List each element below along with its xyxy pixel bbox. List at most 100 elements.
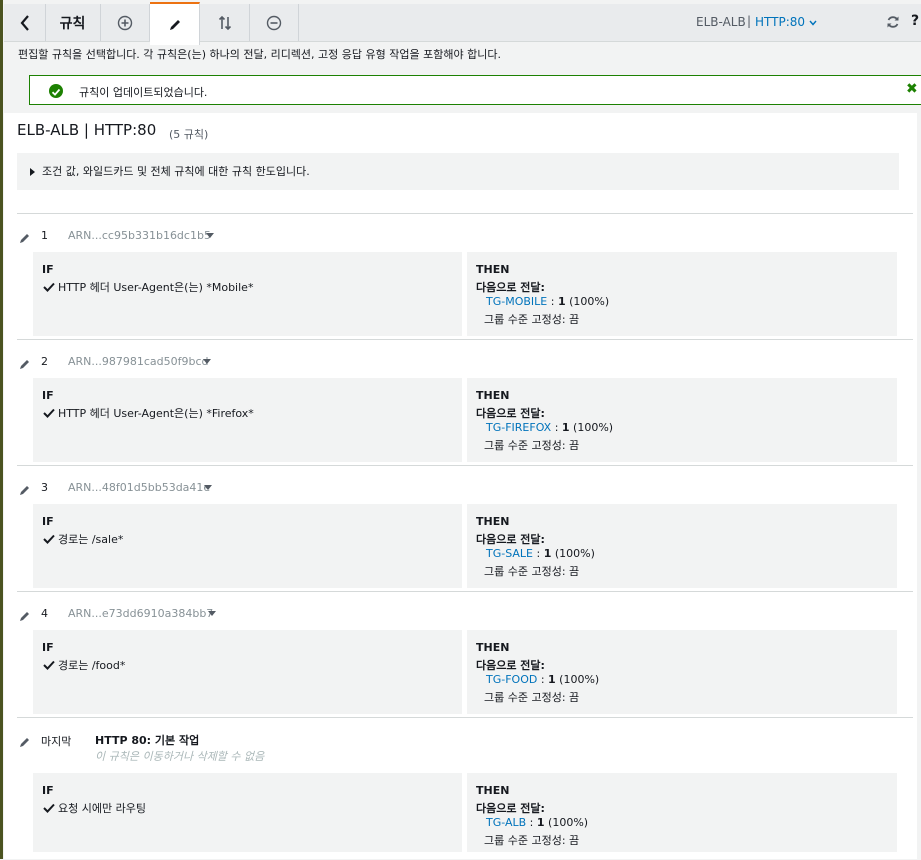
instructions-text: 편집할 규칙을 선택합니다. 각 규칙은(는) 하나의 전달, 리디렉션, 고정… xyxy=(18,48,501,61)
checkmark-icon xyxy=(43,408,55,418)
chevron-down-icon xyxy=(809,20,817,26)
listener-dropdown-label: HTTP:80 xyxy=(755,15,806,29)
default-rule-row: 마지막 HTTP 80: 기본 작업 이 규칙은 이동하거나 삭제할 수 없음 … xyxy=(17,717,913,860)
pencil-icon xyxy=(169,19,180,30)
rule-count: (5 규칙) xyxy=(169,128,209,141)
back-button[interactable] xyxy=(4,4,46,41)
add-rule-button[interactable] xyxy=(101,4,150,41)
target-group-line: TG-FOOD : 1 (100%) xyxy=(486,673,599,686)
weight-separator: : xyxy=(533,547,544,560)
load-balancer-name: ELB-ALB xyxy=(696,15,746,29)
rule-number: 3 xyxy=(41,481,48,494)
success-flashbar: 규칙이 업데이트되었습니다. ✖ xyxy=(29,75,921,105)
rule-row: 2 ARN...987981cad50f9bcd IF HTTP 헤더 User… xyxy=(17,339,913,466)
if-heading: IF xyxy=(42,389,54,402)
rule-arn: ARN...48f01d5bb53da41e xyxy=(68,481,211,494)
forward-to-label: 다음으로 전달: xyxy=(476,802,545,815)
edit-rule-button[interactable] xyxy=(19,481,31,500)
weight-separator: : xyxy=(526,816,537,829)
caret-down-icon[interactable] xyxy=(203,359,211,364)
stickiness-text: 그룹 수준 고정성: 끔 xyxy=(484,313,580,326)
target-group-link[interactable]: TG-MOBILE xyxy=(486,295,547,308)
plus-circle-icon xyxy=(117,15,133,30)
refresh-icon xyxy=(887,16,899,28)
condition-text: 경로는 /sale* xyxy=(58,533,124,546)
stickiness-text: 그룹 수준 고정성: 끔 xyxy=(484,834,580,847)
up-down-arrows-icon xyxy=(218,15,231,30)
condition-text: HTTP 헤더 User-Agent은(는) *Firefox* xyxy=(58,407,254,420)
rule-limits-expander[interactable]: 조건 값, 와일드카드 및 전체 규칙에 대한 규칙 한도입니다. xyxy=(17,153,899,190)
caret-right-icon xyxy=(30,168,35,176)
rules-tab[interactable]: 규칙 xyxy=(45,4,101,41)
edit-rule-button[interactable] xyxy=(19,229,31,248)
rule-number: 2 xyxy=(41,355,48,368)
target-group-percent: (100%) xyxy=(555,673,600,686)
then-heading: THEN xyxy=(476,784,510,797)
then-heading: THEN xyxy=(476,641,510,654)
rule-arn: ARN...987981cad50f9bcd xyxy=(68,355,209,368)
flash-close-button[interactable]: ✖ xyxy=(906,81,918,97)
then-actions-box: THEN 다음으로 전달: TG-FOOD : 1 (100%) 그룹 수준 고… xyxy=(467,630,897,714)
pencil-icon xyxy=(20,234,29,243)
forward-to-label: 다음으로 전달: xyxy=(476,281,545,294)
rule-arn: ARN...cc95b331b16dc1b5 xyxy=(68,229,211,242)
rule-number: 1 xyxy=(41,229,48,242)
then-actions-box: THEN 다음으로 전달: TG-ALB : 1 (100%) 그룹 수준 고정… xyxy=(467,773,897,852)
caret-down-icon[interactable] xyxy=(204,485,212,490)
edit-rules-button[interactable] xyxy=(150,2,200,45)
if-conditions-box: IF HTTP 헤더 User-Agent은(는) *Mobile* xyxy=(33,252,462,336)
if-heading: IF xyxy=(42,263,54,276)
target-group-weight: 1 xyxy=(557,295,566,308)
default-action-title: HTTP 80: 기본 작업 xyxy=(95,734,200,747)
reorder-rules-button[interactable] xyxy=(200,4,250,41)
stickiness-text: 그룹 수준 고정성: 끔 xyxy=(484,439,580,452)
edit-rule-button[interactable] xyxy=(19,733,31,752)
pencil-icon xyxy=(20,738,29,747)
weight-separator: : xyxy=(551,421,562,434)
then-heading: THEN xyxy=(476,389,510,402)
rule-number: 4 xyxy=(41,607,48,620)
listener-dropdown[interactable]: HTTP:80 xyxy=(755,15,817,29)
caret-down-icon[interactable] xyxy=(208,611,216,616)
target-group-link[interactable]: TG-FOOD xyxy=(486,673,537,686)
pencil-icon xyxy=(20,612,29,621)
then-actions-box: THEN 다음으로 전달: TG-SALE : 1 (100%) 그룹 수준 고… xyxy=(467,504,897,588)
caret-down-icon[interactable] xyxy=(206,233,214,238)
rule-condition: 요청 시에만 라우팅 xyxy=(43,800,146,816)
panel-title: ELB-ALB | HTTP:80 xyxy=(17,121,157,139)
target-group-line: TG-MOBILE : 1 (100%) xyxy=(486,295,609,308)
rule-number: 마지막 xyxy=(41,735,72,748)
stickiness-text: 그룹 수준 고정성: 끔 xyxy=(484,565,580,578)
edit-rule-button[interactable] xyxy=(19,355,31,374)
left-edge-strip xyxy=(0,0,3,859)
if-conditions-box: IF 요청 시에만 라우팅 xyxy=(33,773,462,852)
target-group-link[interactable]: TG-FIREFOX xyxy=(486,421,551,434)
target-group-weight: 1 xyxy=(548,673,556,686)
target-group-percent: (100%) xyxy=(565,295,610,308)
forward-to-label: 다음으로 전달: xyxy=(476,407,545,420)
edit-rule-button[interactable] xyxy=(19,607,31,626)
checkmark-icon xyxy=(43,803,55,813)
target-group-percent: (100%) xyxy=(544,816,589,829)
help-button[interactable]: ? xyxy=(911,13,919,29)
minus-circle-icon xyxy=(266,15,282,30)
target-group-line: TG-FIREFOX : 1 (100%) xyxy=(486,421,613,434)
rule-limits-text: 조건 값, 와일드카드 및 전체 규칙에 대한 규칙 한도입니다. xyxy=(42,165,310,178)
rule-condition: HTTP 헤더 User-Agent은(는) *Mobile* xyxy=(43,279,253,295)
then-heading: THEN xyxy=(476,263,510,276)
target-group-link[interactable]: TG-ALB xyxy=(486,816,526,829)
if-heading: IF xyxy=(42,515,54,528)
success-check-icon xyxy=(49,84,63,98)
target-group-percent: (100%) xyxy=(551,547,595,560)
pencil-icon xyxy=(20,360,29,369)
then-heading: THEN xyxy=(476,515,510,528)
toolbar-separator: | xyxy=(747,14,752,28)
target-group-weight: 1 xyxy=(561,421,570,434)
if-heading: IF xyxy=(42,641,54,654)
delete-rule-button[interactable] xyxy=(250,4,299,41)
if-conditions-box: IF HTTP 헤더 User-Agent은(는) *Firefox* xyxy=(33,378,462,462)
target-group-link[interactable]: TG-SALE xyxy=(486,547,533,560)
rule-condition: HTTP 헤더 User-Agent은(는) *Firefox* xyxy=(43,405,254,421)
refresh-button[interactable] xyxy=(886,14,900,33)
rule-row: 3 ARN...48f01d5bb53da41e IF 경로는 /sale* T… xyxy=(17,465,913,592)
